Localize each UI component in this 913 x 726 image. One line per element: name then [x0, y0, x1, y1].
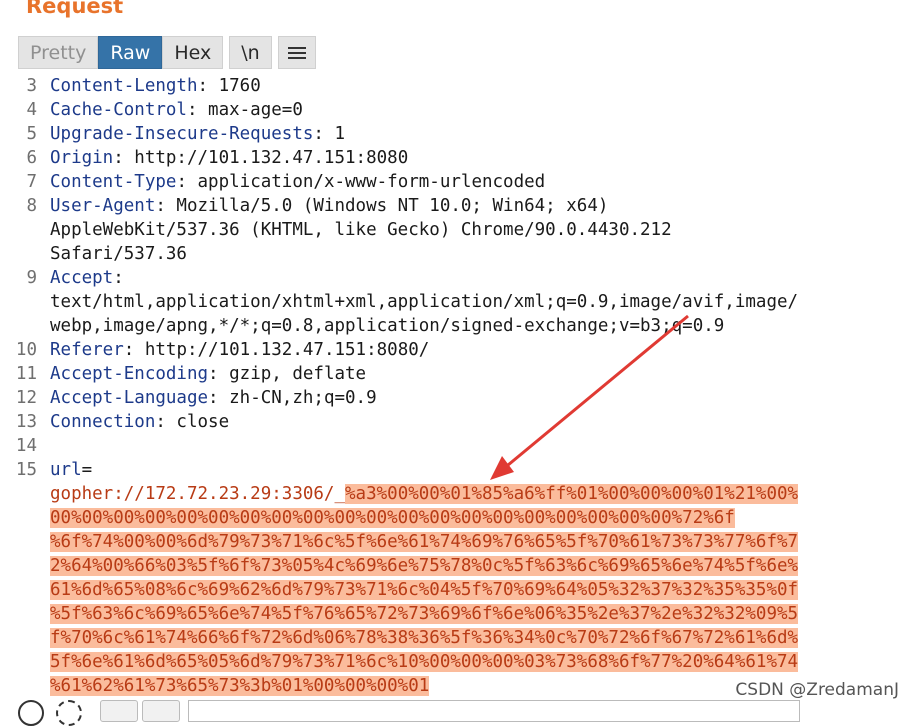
arrow-shaft: [501, 314, 689, 472]
settings-gear-icon[interactable]: [56, 700, 82, 726]
bottom-search-bar: [0, 700, 913, 726]
search-input[interactable]: [188, 700, 800, 722]
back-button[interactable]: [100, 700, 138, 722]
annotation-arrow: [490, 314, 689, 480]
watermark: CSDN @ZredamanJ: [735, 680, 899, 700]
help-icon[interactable]: [18, 700, 44, 726]
arrow-head: [490, 456, 514, 480]
forward-button[interactable]: [142, 700, 180, 722]
